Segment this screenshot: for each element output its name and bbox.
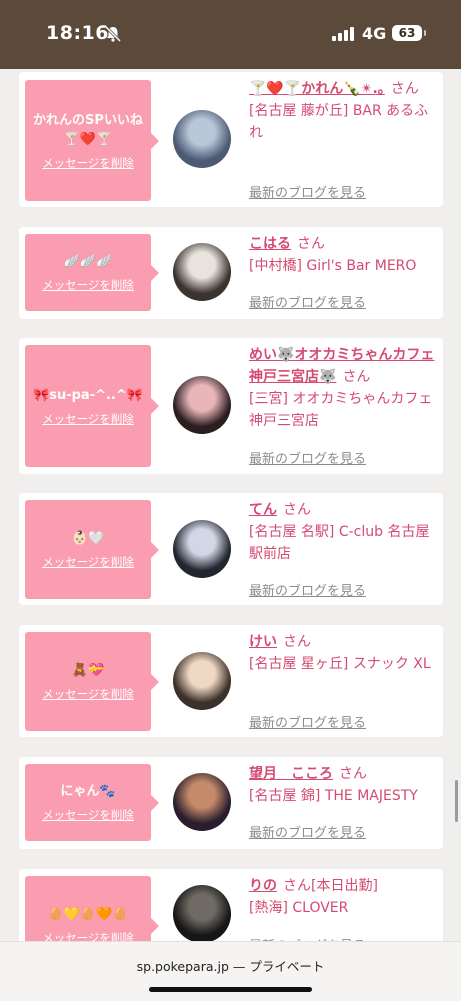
cast-info: 望月 こころ さん [名古屋 錦] THE MAJESTY [249,763,437,807]
shop-info: [名古屋 藤が丘] BAR あるふれ [249,103,429,141]
message-text: かれんのSPいいね🍸❤️🍸 [33,112,143,147]
cast-info: こはる さん [中村橋] Girl's Bar MERO [249,233,437,277]
message-bubble: 🧸💝 メッセージを削除 [25,632,159,731]
avatar[interactable] [173,243,231,301]
list-item: 🎀su-pa-^..^🎀 メッセージを削除 めい🐺オオカミちゃんカフェ神戸三宮店… [19,338,443,474]
shop-info: [三宮] オオカミちゃんカフェ神戸三宮店 [249,391,433,429]
message-text: 🧸💝 [71,663,105,678]
message-bubble: 🪽🪽🪽 メッセージを削除 [25,234,159,311]
latest-blog-link[interactable]: 最新のブログを見る [249,292,366,311]
delete-message-link[interactable]: メッセージを削除 [42,277,134,293]
delete-message-link[interactable]: メッセージを削除 [42,554,134,570]
honorific: さん [283,502,311,518]
list-item: 🧸💝 メッセージを削除 けい さん [名古屋 星ヶ丘] スナック XL 最新のブロ… [19,625,443,737]
cast-name-link[interactable]: 🍸❤️🍸かれん🍾✴︎.｡ [249,81,385,97]
status-bar: 18:16 4G 63 [0,0,461,69]
battery-icon: 63 [392,25,422,41]
cast-info: てん さん [名古屋 名駅] C-club 名古屋駅前店 [249,499,437,565]
delete-message-link[interactable]: メッセージを削除 [42,807,134,823]
delete-message-link[interactable]: メッセージを削除 [42,155,134,171]
message-text: 🪽🪽🪽 [63,254,113,269]
message-text: 👶🏻🤍 [71,531,105,546]
shop-info: [名古屋 星ヶ丘] スナック XL [249,656,431,672]
message-bubble: 🎀su-pa-^..^🎀 メッセージを削除 [25,345,159,467]
honorific: さん [342,369,371,385]
avatar[interactable] [173,652,231,710]
cast-name-link[interactable]: 望月 こころ [249,766,333,782]
list-item: 🪽🪽🪽 メッセージを削除 こはる さん [中村橋] Girl's Bar MERO… [19,227,443,319]
latest-blog-link[interactable]: 最新のブログを見る [249,580,366,599]
cast-info: めい🐺オオカミちゃんカフェ神戸三宮店🐺 さん [三宮] オオカミちゃんカフェ神戸三… [249,344,437,432]
browser-bottom-bar: sp.pokepara.jp — プライベート [0,941,461,1001]
attendance-status: [本日出勤] [311,878,378,894]
cast-info: けい さん [名古屋 星ヶ丘] スナック XL [249,631,437,675]
cast-name-link[interactable]: こはる [249,236,291,252]
delete-message-link[interactable]: メッセージを削除 [42,411,134,427]
honorific: さん [297,236,325,252]
message-bubble: 👶🏻🤍 メッセージを削除 [25,500,159,599]
shop-info: [中村橋] Girl's Bar MERO [249,258,417,274]
latest-blog-link[interactable]: 最新のブログを見る [249,822,366,841]
list-item: にゃん🐾 メッセージを削除 望月 こころ さん [名古屋 錦] THE MAJES… [19,757,443,849]
network-type: 4G [362,24,387,43]
honorific: さん [283,878,311,894]
url-bar[interactable]: sp.pokepara.jp — プライベート [0,956,461,975]
status-time: 18:16 [46,22,109,44]
latest-blog-link[interactable]: 最新のブログを見る [249,448,366,467]
shop-info: [名古屋 錦] THE MAJESTY [249,788,418,804]
delete-message-link[interactable]: メッセージを削除 [42,686,134,702]
message-text: 🎀su-pa-^..^🎀 [33,387,143,403]
shop-info: [熱海] CLOVER [249,900,349,916]
message-text: 🥚💛🥚🧡🥚 [47,907,129,922]
cast-info: 🍸❤️🍸かれん🍾✴︎.｡ さん [名古屋 藤が丘] BAR あるふれ [249,78,437,144]
latest-blog-link[interactable]: 最新のブログを見る [249,712,366,731]
list-item: かれんのSPいいね🍸❤️🍸 メッセージを削除 🍸❤️🍸かれん🍾✴︎.｡ さん [名… [19,72,443,207]
message-bubble: にゃん🐾 メッセージを削除 [25,764,159,841]
list-item: 👶🏻🤍 メッセージを削除 てん さん [名古屋 名駅] C-club 名古屋駅前店… [19,493,443,605]
honorific: さん [283,634,311,650]
signal-icon [332,27,354,41]
silent-bell-icon [104,25,122,43]
cast-name-link[interactable]: りの [249,878,277,894]
message-text: にゃん🐾 [60,784,116,799]
avatar[interactable] [173,520,231,578]
avatar[interactable] [173,773,231,831]
scrollbar[interactable] [455,780,458,822]
avatar[interactable] [173,376,231,434]
cast-name-link[interactable]: けい [249,634,277,650]
avatar[interactable] [173,885,231,943]
cast-info: りの さん[本日出勤] [熱海] CLOVER [249,875,437,919]
shop-info: [名古屋 名駅] C-club 名古屋駅前店 [249,524,430,562]
cast-name-link[interactable]: てん [249,502,277,518]
avatar[interactable] [173,110,231,168]
battery-tip [424,30,426,36]
home-indicator[interactable] [149,987,312,992]
message-bubble: かれんのSPいいね🍸❤️🍸 メッセージを削除 [25,80,159,201]
honorific: さん [390,81,419,97]
latest-blog-link[interactable]: 最新のブログを見る [249,182,366,201]
honorific: さん [339,766,367,782]
